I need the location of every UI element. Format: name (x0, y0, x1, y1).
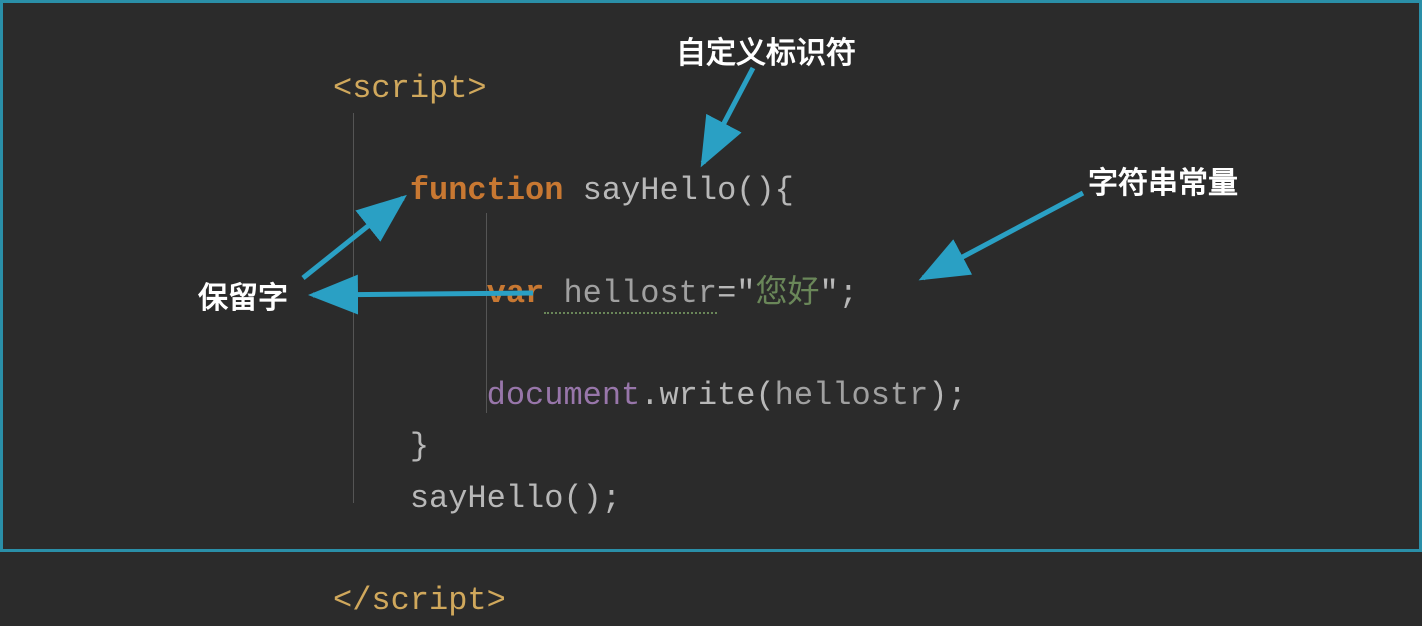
func-name: sayHello (563, 172, 736, 209)
annotation-identifier: 自定义标识符 (676, 28, 856, 72)
code-line-invoke: sayHello(); (333, 473, 967, 524)
blank-line-4 (333, 524, 967, 575)
call-close: ); (928, 377, 966, 414)
blank-line (333, 114, 967, 165)
var-name: hellostr (544, 275, 717, 314)
code-line-close-brace: } (333, 421, 967, 472)
document-obj: document (487, 377, 641, 414)
method-write: write (659, 377, 755, 414)
assign-close: "; (819, 275, 857, 312)
invoke-call: sayHello(); (410, 480, 621, 517)
blank-line-2 (333, 217, 967, 268)
close-brace: } (410, 428, 429, 465)
code-block: <script> function sayHello(){ var hellos… (333, 63, 967, 626)
string-literal: 您好 (755, 275, 819, 312)
annotation-string-const: 字符串常量 (1088, 158, 1238, 202)
code-line-var: var hellostr="您好"; (333, 268, 967, 319)
assign-eq: =" (717, 275, 755, 312)
keyword-var: var (487, 275, 545, 312)
func-parens: (){ (736, 172, 794, 209)
code-line-function: function sayHello(){ (333, 165, 967, 216)
keyword-function: function (410, 172, 564, 209)
code-line-close-tag: </script> (333, 575, 967, 626)
call-arg: hellostr (775, 377, 929, 414)
open-script-tag: <script> (333, 70, 487, 107)
close-script-tag: </script> (333, 582, 506, 619)
dot: . (640, 377, 659, 414)
code-line-write: document.write(hellostr); (333, 370, 967, 421)
call-open: ( (755, 377, 774, 414)
annotation-reserved: 保留字 (198, 273, 288, 317)
blank-line-3 (333, 319, 967, 370)
code-line-open-tag: <script> (333, 63, 967, 114)
